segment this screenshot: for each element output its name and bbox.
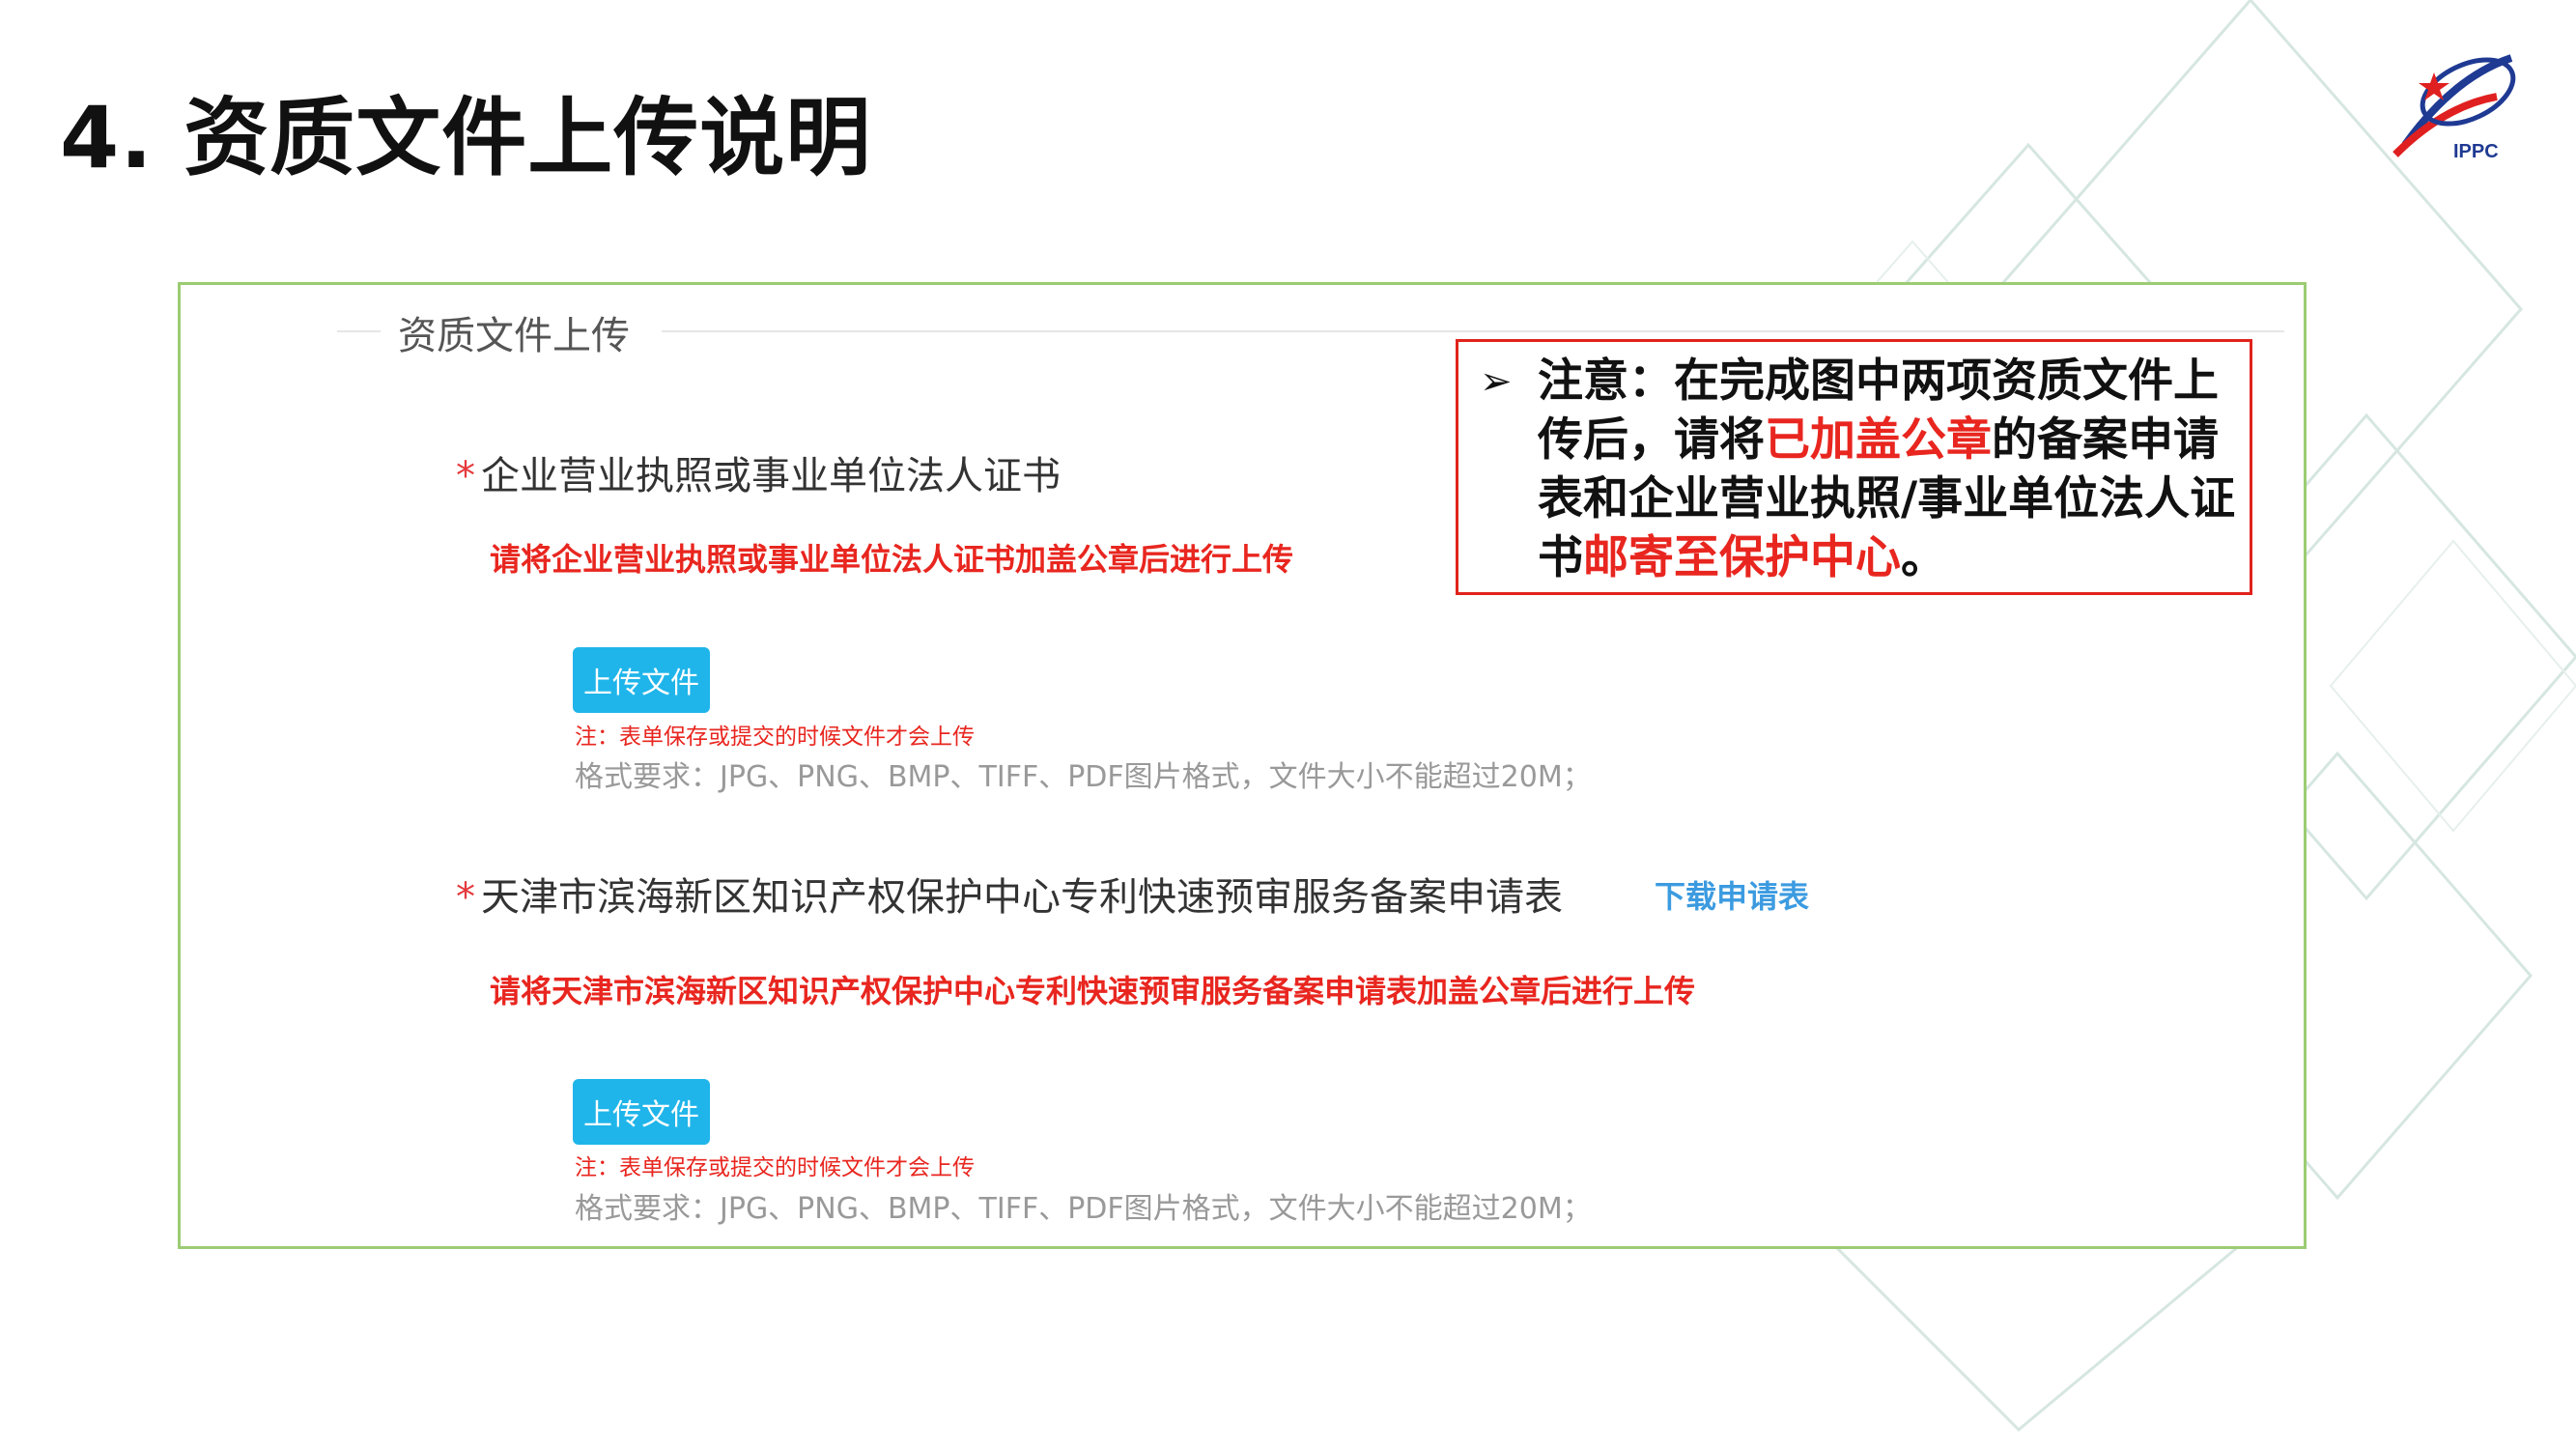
required-mark: * — [456, 454, 475, 498]
attention-text: 注意：在完成图中两项资质文件上传后，请将已加盖公章的备案申请表和企业营业执照/事… — [1538, 352, 2243, 587]
upload-application-form-button[interactable]: 上传文件 — [573, 1079, 710, 1145]
legend-divider-left — [337, 330, 381, 332]
attention-highlight-mail: 邮寄至保护中心 — [1583, 531, 1901, 584]
required-mark: * — [456, 875, 475, 920]
bullet-arrow-icon: ➢ — [1480, 359, 1513, 404]
fieldset-legend: 资质文件上传 — [398, 314, 630, 358]
upload-timing-note: 注：表单保存或提交的时候文件才会上传 — [575, 724, 975, 750]
format-requirement: 格式要求：JPG、PNG、BMP、TIFF、PDF图片格式，文件大小不能超过20… — [575, 1192, 1592, 1226]
upload-business-license-button[interactable]: 上传文件 — [573, 647, 710, 713]
attention-text-part3: 。 — [1901, 531, 1946, 584]
attention-callout: ➢ 注意：在完成图中两项资质文件上传后，请将已加盖公章的备案申请表和企业营业执照… — [1456, 339, 2252, 595]
application-form-stamp-note: 请将天津市滨海新区知识产权保护中心专利快速预审服务备案申请表加盖公章后进行上传 — [490, 973, 1696, 1009]
download-application-form-link[interactable]: 下载申请表 — [1655, 872, 1809, 917]
slide-title: 4. 资质文件上传说明 — [60, 88, 872, 187]
legend-divider-right — [662, 330, 2284, 332]
logo-text: IPPC — [2453, 141, 2499, 162]
ippc-logo-icon — [2392, 54, 2516, 157]
application-form-label: * 天津市滨海新区知识产权保护中心专利快速预审服务备案申请表 — [456, 866, 1563, 922]
format-requirement: 格式要求：JPG、PNG、BMP、TIFF、PDF图片格式，文件大小不能超过20… — [575, 760, 1592, 794]
business-license-stamp-note: 请将企业营业执照或事业单位法人证书加盖公章后进行上传 — [490, 541, 1294, 578]
application-form-label-text: 天津市滨海新区知识产权保护中心专利快速预审服务备案申请表 — [481, 875, 1563, 920]
attention-highlight-stamped: 已加盖公章 — [1765, 413, 1992, 467]
business-license-label-text: 企业营业执照或事业单位法人证书 — [481, 454, 1061, 498]
business-license-label: * 企业营业执照或事业单位法人证书 — [456, 444, 1061, 500]
upload-timing-note: 注：表单保存或提交的时候文件才会上传 — [575, 1155, 975, 1180]
